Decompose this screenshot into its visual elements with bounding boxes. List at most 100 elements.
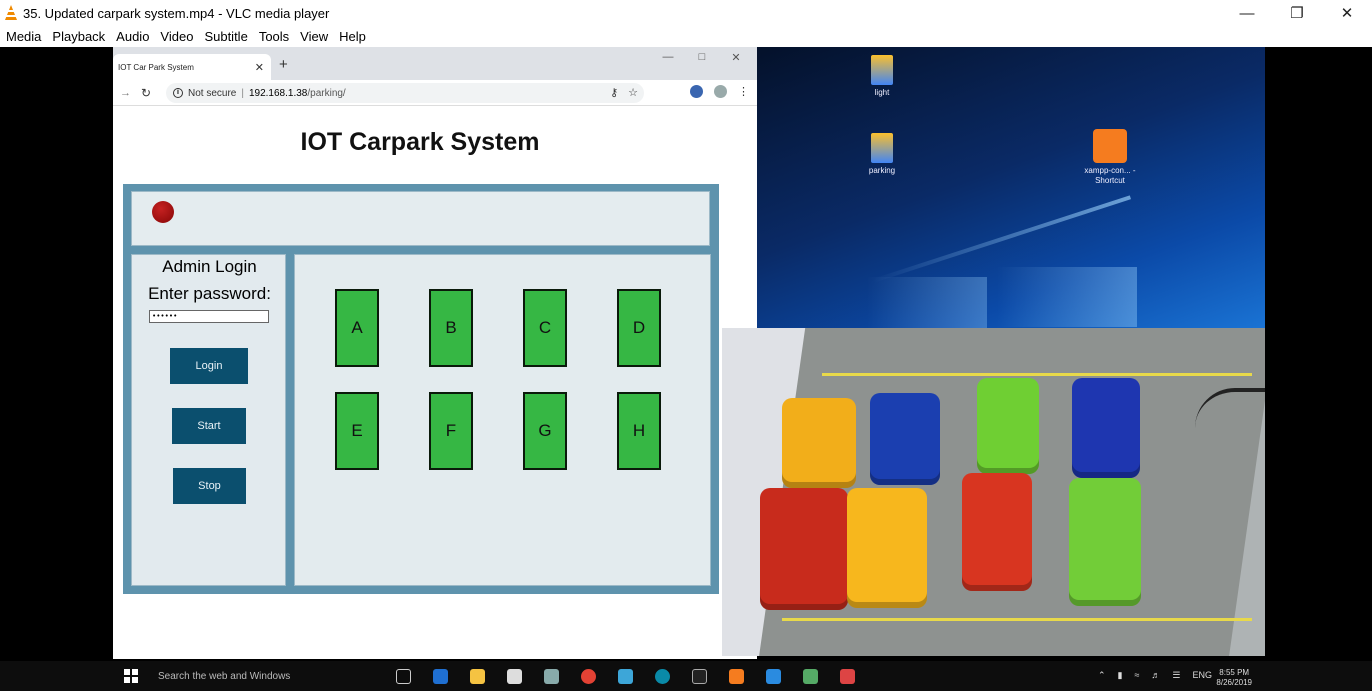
desktop-icon-parking[interactable]: parking bbox=[852, 133, 912, 176]
password-field[interactable]: •••••• bbox=[149, 310, 269, 323]
car-blue bbox=[1072, 378, 1140, 478]
video-frame[interactable]: IOT Car Park System ✕ + — □ ✕ → ↻ i Not … bbox=[0, 47, 1372, 661]
profile-icon[interactable] bbox=[714, 85, 727, 98]
menu-help[interactable]: Help bbox=[339, 29, 366, 44]
file-explorer-icon[interactable] bbox=[470, 668, 485, 684]
menu-tools[interactable]: Tools bbox=[259, 29, 289, 44]
desktop-icon-xampp[interactable]: xampp-con... - Shortcut bbox=[1080, 129, 1140, 186]
taskbar: Search the web and Windows ⌃ ▮ ≈ ♬ ☰ ENG… bbox=[0, 661, 1372, 691]
info-icon[interactable]: i bbox=[173, 88, 183, 98]
window-title: 35. Updated carpark system.mp4 - VLC med… bbox=[23, 5, 330, 21]
taskbar-search[interactable]: Search the web and Windows bbox=[158, 671, 388, 682]
slot-d: D bbox=[617, 289, 661, 367]
browser-close-icon[interactable]: ✕ bbox=[719, 51, 753, 64]
password-label: Enter password: bbox=[148, 284, 271, 303]
minimize-button[interactable]: — bbox=[1222, 0, 1272, 26]
parking-grid: A B C D E F G H bbox=[294, 254, 711, 586]
notification-icon[interactable]: ☰ bbox=[1172, 670, 1180, 681]
slot-b: B bbox=[429, 289, 473, 367]
battery-icon[interactable]: ▮ bbox=[1118, 670, 1123, 681]
cam-lane-line bbox=[782, 618, 1252, 621]
camera-feed bbox=[722, 328, 1265, 656]
close-button[interactable]: ✕ bbox=[1322, 0, 1372, 26]
vscode-icon[interactable] bbox=[766, 668, 781, 684]
slot-g: G bbox=[523, 392, 567, 470]
address-bar[interactable]: i Not secure | 192.168.1.38 /parking/ ⚷ … bbox=[166, 83, 644, 103]
menu-video[interactable]: Video bbox=[160, 29, 193, 44]
menu-playback[interactable]: Playback bbox=[52, 29, 105, 44]
new-tab-icon[interactable]: + bbox=[279, 56, 288, 73]
browser-toolbar: → ↻ i Not secure | 192.168.1.38 /parking… bbox=[113, 80, 757, 106]
start-button[interactable]: Start bbox=[172, 408, 246, 444]
arduino-icon[interactable] bbox=[655, 668, 670, 684]
extension-icon[interactable] bbox=[690, 85, 703, 98]
not-secure-label: Not secure bbox=[188, 87, 237, 99]
desktop-icon-label: light bbox=[874, 88, 890, 97]
menu-media[interactable]: Media bbox=[6, 29, 41, 44]
slot-a: A bbox=[335, 289, 379, 367]
page-content: IOT Carpark System Admin Login Enter pas… bbox=[113, 106, 757, 659]
wallpaper-pane bbox=[997, 267, 1137, 327]
browser-minimize-icon[interactable]: — bbox=[651, 51, 685, 64]
url-separator: | bbox=[241, 87, 244, 99]
cmd-icon[interactable] bbox=[692, 668, 707, 684]
app-icon[interactable] bbox=[840, 668, 855, 684]
browser-window: IOT Car Park System ✕ + — □ ✕ → ↻ i Not … bbox=[113, 47, 757, 659]
slot-c: C bbox=[523, 289, 567, 367]
edge-icon[interactable] bbox=[433, 668, 448, 684]
menu-subtitle[interactable]: Subtitle bbox=[204, 29, 247, 44]
url-path: /parking/ bbox=[307, 87, 346, 99]
chevron-up-icon[interactable]: ⌃ bbox=[1098, 670, 1106, 681]
page-title: IOT Carpark System bbox=[300, 128, 540, 156]
car-red bbox=[760, 488, 848, 610]
menu-dots-icon[interactable]: ⋮ bbox=[738, 85, 749, 98]
vlc-titlebar: 35. Updated carpark system.mp4 - VLC med… bbox=[0, 0, 1372, 26]
status-led-icon bbox=[152, 201, 174, 223]
store-icon[interactable] bbox=[507, 668, 522, 684]
slot-f: F bbox=[429, 392, 473, 470]
windows-start-icon[interactable] bbox=[124, 669, 138, 683]
clock-time: 8:55 PM bbox=[1219, 668, 1250, 677]
browser-maximize-icon[interactable]: □ bbox=[685, 51, 719, 64]
desktop-icon-label: parking bbox=[868, 166, 896, 175]
clock-date: 8/26/2019 bbox=[1216, 678, 1252, 687]
app-icon[interactable] bbox=[618, 668, 633, 684]
star-icon[interactable]: ☆ bbox=[628, 86, 638, 99]
task-view-icon[interactable] bbox=[396, 668, 411, 684]
xampp-icon bbox=[1093, 129, 1127, 163]
chrome-file-icon bbox=[871, 55, 893, 85]
app-icon[interactable] bbox=[544, 668, 559, 684]
taskbar-clock[interactable]: 8:55 PM 8/26/2019 bbox=[1216, 668, 1252, 688]
login-button[interactable]: Login bbox=[170, 348, 248, 384]
status-panel bbox=[131, 191, 710, 246]
key-icon[interactable]: ⚷ bbox=[610, 86, 618, 99]
desktop-background: light parking xampp-con... - Shortcut bbox=[757, 47, 1265, 328]
url-host: 192.168.1.38 bbox=[248, 87, 308, 99]
reload-icon[interactable]: ↻ bbox=[141, 86, 155, 100]
xampp-icon[interactable] bbox=[729, 668, 744, 684]
slot-e: E bbox=[335, 392, 379, 470]
wallpaper-pane bbox=[867, 277, 987, 328]
volume-icon[interactable]: ♬ bbox=[1151, 670, 1160, 681]
chrome-icon[interactable] bbox=[581, 668, 596, 684]
desktop-icon-label: xampp-con... - Shortcut bbox=[1084, 166, 1136, 185]
restore-button[interactable]: ❐ bbox=[1272, 0, 1322, 26]
desktop-icon-light[interactable]: light bbox=[852, 55, 912, 98]
slot-h: H bbox=[617, 392, 661, 470]
wifi-icon[interactable]: ≈ bbox=[1134, 670, 1139, 681]
browser-tabbar: IOT Car Park System ✕ + — □ ✕ bbox=[113, 47, 757, 80]
forward-icon[interactable]: → bbox=[120, 87, 132, 99]
car-yellow bbox=[782, 398, 856, 488]
menu-audio[interactable]: Audio bbox=[116, 29, 149, 44]
tab-title: IOT Car Park System bbox=[118, 62, 194, 72]
language-indicator[interactable]: ENG bbox=[1192, 670, 1212, 681]
app-icon[interactable] bbox=[803, 668, 818, 684]
car-red bbox=[962, 473, 1032, 591]
stop-button[interactable]: Stop bbox=[173, 468, 246, 504]
dashboard-frame: Admin Login Enter password: •••••• Login… bbox=[123, 184, 719, 594]
cam-lane-line bbox=[822, 373, 1252, 376]
browser-tab[interactable]: IOT Car Park System ✕ bbox=[113, 54, 271, 80]
tab-close-icon[interactable]: ✕ bbox=[255, 61, 264, 74]
vlc-menubar: Media Playback Audio Video Subtitle Tool… bbox=[0, 26, 1372, 47]
menu-view[interactable]: View bbox=[300, 29, 328, 44]
